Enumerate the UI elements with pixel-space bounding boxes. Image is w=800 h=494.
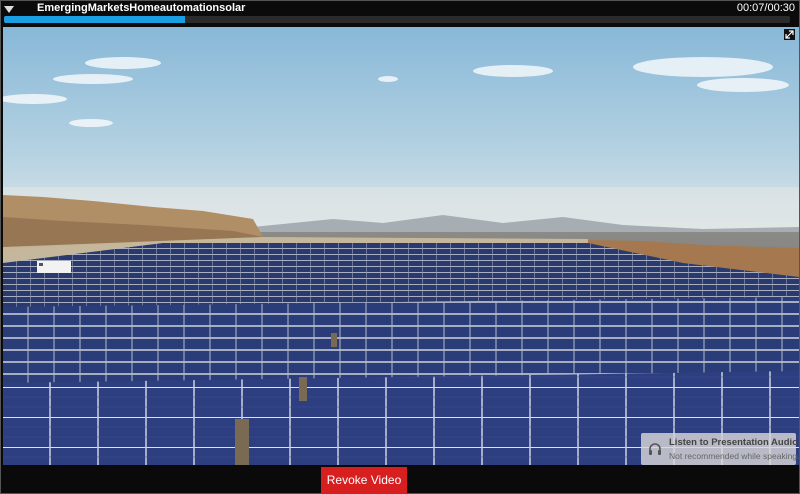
video-player: EmergingMarketsHomeautomationsolar 00:07… xyxy=(0,0,800,494)
headset-icon xyxy=(649,443,661,455)
expand-icon[interactable] xyxy=(784,29,795,40)
progress-bar[interactable] xyxy=(4,16,790,23)
audio-overlay-title: Listen to Presentation Audio xyxy=(669,437,798,448)
time-display: 00:07/00:30 xyxy=(736,2,795,14)
player-top-bar: EmergingMarketsHomeautomationsolar 00:07… xyxy=(1,1,799,27)
listen-audio-button[interactable]: Listen to Presentation Audio Not recomme… xyxy=(641,433,800,465)
audio-overlay-subtitle: Not recommended while speaking. xyxy=(669,451,800,461)
video-frame[interactable] xyxy=(3,27,799,465)
solar-farm-image xyxy=(3,27,799,465)
video-title: EmergingMarketsHomeautomationsolar xyxy=(37,2,246,14)
progress-fill xyxy=(4,16,185,23)
collapse-arrow-icon[interactable] xyxy=(4,6,14,13)
revoke-video-button[interactable]: Revoke Video xyxy=(321,467,407,493)
